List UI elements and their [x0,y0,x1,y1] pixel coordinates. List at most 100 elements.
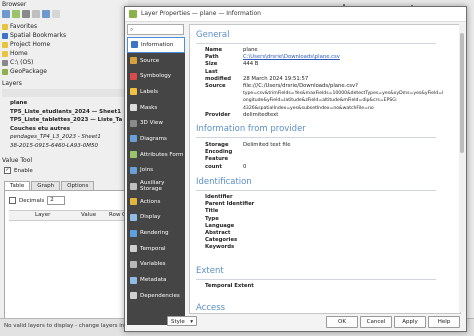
enable-checkbox[interactable]: ✓ [4,167,11,174]
identification-row: Language [205,223,254,230]
tree-item-bookmarks[interactable]: Spatial Bookmarks [2,31,126,40]
source-icon [130,57,137,65]
general-row: Source file:///C:/Users/drsrie/Downloads/… [205,83,443,90]
field-value: file:///C:/Users/drsrie/Downloads/plane.… [243,83,358,90]
col-row[interactable]: Row [109,211,120,220]
path-link[interactable]: C:\Users\drsrie\Downloads\plane.csv [243,54,340,61]
extent-table: Temporal Extent [205,283,254,290]
section-divider [196,279,436,280]
field-key: Keywords [205,244,235,251]
sidebar-item-rendering[interactable]: Rendering [127,225,185,241]
sidebar-item-label: Masks [140,104,158,111]
layer-label: pendages_TP4_L3_2023 - Sheet1 [10,134,101,140]
general-row: Name plane [205,47,443,54]
section-extent-title: Extent [196,266,224,276]
sidebar-item-dependencies[interactable]: Dependencies [127,288,185,304]
tab-table[interactable]: Table [4,181,31,190]
sidebar-item-label: Metadata [140,277,167,284]
tree-item-drive[interactable]: C:\ (OS) [2,58,126,67]
display-icon [130,213,137,221]
refresh-icon[interactable] [2,10,10,18]
layer-item[interactable]: TP5_Liste_etudiants_2024 — Sheet1 [10,108,126,117]
sidebar-item-3d-view[interactable]: 3D View [127,115,185,131]
dialog-title: Layer Properties — plane — Information [141,10,261,17]
sidebar-item-auxiliary-storage[interactable]: Auxiliary Storage [127,178,185,194]
layers-title: Layers [2,80,22,87]
sidebar-item-display[interactable]: Display [127,210,185,226]
source-continuation: type=csv&trimFields=Yes&maxFields=10000&… [243,91,444,97]
tab-graph[interactable]: Graph [31,181,61,190]
sidebar-item-variables[interactable]: Variables [127,257,185,273]
cancel-button[interactable]: Cancel [360,316,392,328]
scrollbar-thumb[interactable] [460,33,464,153]
decimals-checkbox[interactable] [9,197,16,204]
add-icon[interactable] [12,10,20,18]
sidebar-item-labels[interactable]: Labels [127,84,185,100]
help-button[interactable]: Help [428,316,460,328]
provider-row: Encoding [205,149,291,156]
identification-table: Identifier Parent Identifier Title Type … [205,194,254,252]
decimals-spinbox[interactable]: 2 [47,196,66,205]
layer-label: TP5_Liste_tablettes_2023 — Liste_Ta [10,117,123,123]
diagrams-icon [130,135,137,143]
table-header: Layer Value Row C [9,210,126,221]
sidebar-item-label: Temporal [140,245,166,252]
filter-icon[interactable] [22,10,30,18]
properties-sidebar: Information Source Symbology Labels Masks 3D … [127,37,185,325]
layer-item[interactable]: 38-2015-0915-6460-LA93-0M50 [10,142,126,151]
field-key: Last modified [205,68,232,82]
qgis-logo-icon [129,10,137,18]
ok-button[interactable]: OK [326,316,358,328]
sidebar-item-diagrams[interactable]: Diagrams [127,131,185,147]
drive-icon [2,59,8,66]
browser-tree: Favorites Spatial Bookmarks Project Home… [2,22,126,76]
sidebar-item-attributes-form[interactable]: Attributes Form [127,147,185,163]
style-dropdown[interactable]: Style ▾ [167,316,197,326]
section-divider [196,43,436,44]
identification-row: Categories [205,237,254,244]
information-panel: General Name plane Path C:\Users\drsrie\Do… [189,24,461,314]
sidebar-item-metadata[interactable]: Metadata [127,272,185,288]
tree-item-project-home[interactable]: Project Home [2,40,126,49]
layer-item[interactable]: TP5_Liste_tablettes_2023 — Liste_Ta [10,116,126,125]
sidebar-item-joins[interactable]: Joins [127,163,185,179]
col-value[interactable]: Value [81,211,96,220]
sidebar-item-temporal[interactable]: Temporal [127,241,185,257]
provider-table: Storage Delimited text file Encoding Feat… [205,142,291,171]
value-tool-tabs: Table Graph Options [4,181,95,190]
field-value: 28 March 2024 19:51:57 [243,75,309,82]
help-icon[interactable] [52,10,60,18]
identification-row: Title [205,208,254,215]
apply-button[interactable]: Apply [394,316,426,328]
star-icon [2,23,8,30]
dependencies-icon [130,292,137,300]
tree-item-geopackage[interactable]: GeoPackage [2,67,126,76]
value-tool-panel: Value Tool ✓ Enable Table Graph Options De… [0,155,128,327]
section-divider [196,190,436,191]
sidebar-item-masks[interactable]: Masks [127,100,185,116]
field-value: delimitedtext [243,111,279,118]
sidebar-item-label: Auxiliary Storage [140,180,165,193]
field-key: Language [205,222,235,229]
col-layer[interactable]: Layer [35,211,50,220]
tree-item-home[interactable]: Home [2,49,126,58]
collapse-icon[interactable] [32,10,40,18]
sidebar-item-actions[interactable]: Actions [127,194,185,210]
sidebar-item-source[interactable]: Source [127,53,185,69]
tab-options[interactable]: Options [61,181,95,190]
field-key: Title [205,208,219,215]
layer-item[interactable]: pendages_TP4_L3_2023 - Sheet1 [10,133,126,142]
sidebar-search-input[interactable]: ⌕ [127,24,184,35]
sidebar-item-information[interactable]: Information [127,37,185,53]
sidebar-item-symbology[interactable]: Symbology [127,68,185,84]
layer-item[interactable]: plane [10,99,126,108]
layer-group[interactable]: Couches etu autres [10,125,126,134]
style-label: Style [171,319,185,325]
section-general-title: General [196,30,230,40]
bookmark-icon [2,32,8,39]
tree-item-favorites[interactable]: Favorites [2,22,126,31]
tree-label: GeoPackage [10,68,47,75]
properties-icon[interactable] [42,10,50,18]
field-key: Source [205,83,226,90]
value-tool-title: Value Tool [2,157,33,164]
